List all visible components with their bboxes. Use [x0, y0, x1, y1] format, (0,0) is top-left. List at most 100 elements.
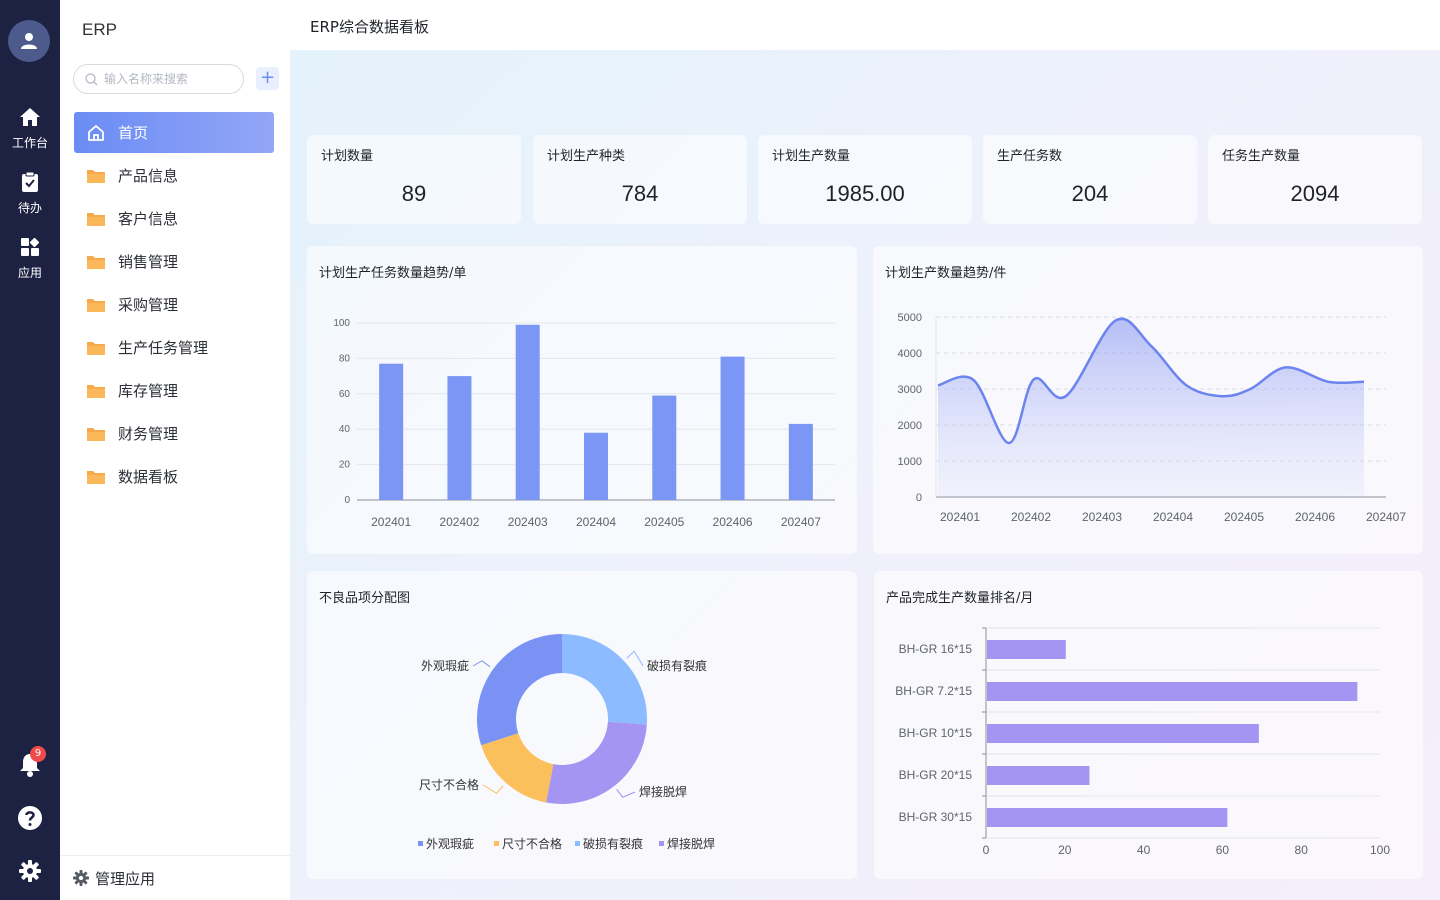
stat-label: 任务生产数量: [1222, 149, 1301, 164]
top-bar: ERP综合数据看板: [290, 0, 1440, 50]
folder-icon: [86, 295, 106, 315]
stat-value: 784: [621, 181, 659, 206]
search-icon: [85, 72, 98, 85]
search-input[interactable]: [104, 72, 234, 86]
y-tick-label: 40: [339, 424, 351, 435]
sidebar-item-home[interactable]: 首页: [74, 112, 274, 153]
y-tick-label: 3000: [898, 384, 922, 396]
sidebar-item-label: 销售管理: [118, 253, 179, 271]
y-tick-label: 1000: [898, 456, 922, 468]
y-tick-label: BH-GR 10*15: [899, 726, 973, 740]
bar: [379, 363, 404, 500]
x-tick-label: 202404: [1153, 510, 1193, 524]
stat-label: 计划生产数量: [772, 149, 851, 164]
y-tick-label: BH-GR 16*15: [899, 642, 973, 656]
chart-card-product-ranking: 产品完成生产数量排名/月 BH-GR 16*15 BH-GR 7.2*15 BH-G…: [874, 571, 1423, 879]
stat-value: 1985.00: [825, 181, 905, 206]
y-tick-label: BH-GR 30*15: [899, 810, 973, 824]
bar: [447, 376, 472, 500]
sidebar-item-customer-info[interactable]: 客户信息: [74, 198, 274, 239]
y-tick-label: 5000: [898, 312, 922, 324]
legend-label: 外观瑕疵: [426, 836, 474, 851]
dashboard-content: 计划数量 89 计划生产种类 784 计划生产数量 1985.00 生产任务数 …: [290, 50, 1440, 900]
sidebar-item-inventory[interactable]: 库存管理: [74, 370, 274, 411]
apps-grid-icon: [21, 237, 40, 256]
legend-label: 破损有裂痕: [583, 836, 643, 851]
settings-button[interactable]: [0, 860, 60, 882]
manage-apps-label: 管理应用: [95, 869, 156, 888]
x-tick-label: 202407: [1366, 510, 1406, 524]
notifications-button[interactable]: 9: [0, 746, 60, 782]
bar: [987, 808, 1228, 827]
bar: [987, 724, 1259, 743]
legend-label: 焊接脱焊: [667, 836, 715, 851]
x-tick-label: 202405: [644, 515, 684, 529]
chart-card-quantity-trend: 计划生产数量趋势/件 0 1000 2000 3000 4000 5000 202401 20…: [873, 246, 1423, 554]
home-outline-icon: [86, 123, 106, 143]
sidebar-item-label: 库存管理: [118, 382, 179, 400]
sidebar-item-sales[interactable]: 销售管理: [74, 241, 274, 282]
sidebar-item-label: 客户信息: [118, 210, 179, 228]
sidebar-item-label: 采购管理: [118, 296, 179, 314]
label-leader-line: [482, 784, 504, 794]
rail-item-label: 应用: [17, 266, 42, 280]
chart-card-defects: 不良品项分配图 破损有裂痕 焊接脱焊 尺寸不合格 外观瑕疵 外观瑕疵 尺寸不合格 破损有裂痕…: [307, 571, 857, 879]
x-tick-label: 20: [1058, 843, 1072, 857]
page-title: ERP综合数据看板: [310, 18, 429, 36]
sidebar-item-purchase[interactable]: 采购管理: [74, 284, 274, 325]
slice-label: 尺寸不合格: [419, 777, 479, 792]
rail-item-todo[interactable]: 待办: [0, 171, 60, 216]
stat-label: 计划数量: [321, 149, 374, 164]
bar: [987, 682, 1358, 701]
help-button[interactable]: [0, 805, 60, 831]
bar: [987, 766, 1090, 785]
sidebar-item-label: 首页: [118, 124, 149, 142]
x-tick-label: 202405: [1224, 510, 1264, 524]
add-button[interactable]: +: [256, 67, 279, 90]
bar: [652, 395, 677, 500]
bar: [720, 356, 745, 500]
stat-label: 计划生产种类: [547, 149, 626, 164]
bar: [788, 423, 813, 500]
legend-marker: [575, 841, 580, 846]
donut-slice: [562, 634, 647, 725]
legend-marker: [659, 841, 664, 846]
x-tick-label: 202402: [1011, 510, 1051, 524]
sidebar-item-product-info[interactable]: 产品信息: [74, 155, 274, 196]
search-box[interactable]: [73, 64, 244, 94]
y-tick-label: 80: [339, 353, 351, 364]
stat-label: 生产任务数: [997, 149, 1063, 164]
y-tick-label: 0: [916, 492, 922, 504]
donut-slice: [546, 721, 647, 804]
bar: [515, 324, 540, 500]
x-tick-label: 202402: [439, 515, 479, 529]
y-tick-label: 2000: [898, 420, 922, 432]
gear-icon: [73, 870, 89, 886]
rail-item-apps[interactable]: 应用: [0, 236, 60, 281]
bar-chart-task-trend: 0 20 40 60 80 100 202401 202402 202403 202404 2024…: [333, 318, 835, 529]
manage-apps-button[interactable]: 管理应用: [60, 855, 290, 900]
y-tick-label: 60: [339, 389, 351, 400]
x-tick-label: 100: [1370, 843, 1390, 857]
app-rail: 工作台 待办 应用 9: [0, 0, 60, 900]
sidebar-item-label: 数据看板: [118, 468, 179, 486]
bar: [987, 640, 1066, 659]
sidebar-item-label: 生产任务管理: [118, 339, 209, 357]
x-tick-label: 60: [1216, 843, 1230, 857]
x-tick-label: 80: [1295, 843, 1309, 857]
y-tick-label: 0: [344, 495, 350, 506]
rail-item-workbench[interactable]: 工作台: [0, 106, 60, 151]
sidebar-item-dashboard[interactable]: 数据看板: [74, 456, 274, 497]
sidebar-item-production-task[interactable]: 生产任务管理: [74, 327, 274, 368]
sidebar-item-finance[interactable]: 财务管理: [74, 413, 274, 454]
folder-icon: [86, 338, 106, 358]
brand-title: ERP: [82, 20, 117, 39]
x-tick-label: 0: [983, 843, 990, 857]
x-tick-label: 202401: [371, 515, 411, 529]
folder-icon: [86, 252, 106, 272]
user-avatar[interactable]: [8, 20, 50, 62]
x-tick-label: 202403: [508, 515, 548, 529]
y-tick-label: 20: [339, 460, 351, 471]
label-leader-line: [626, 650, 644, 667]
x-tick-label: 202403: [1082, 510, 1122, 524]
